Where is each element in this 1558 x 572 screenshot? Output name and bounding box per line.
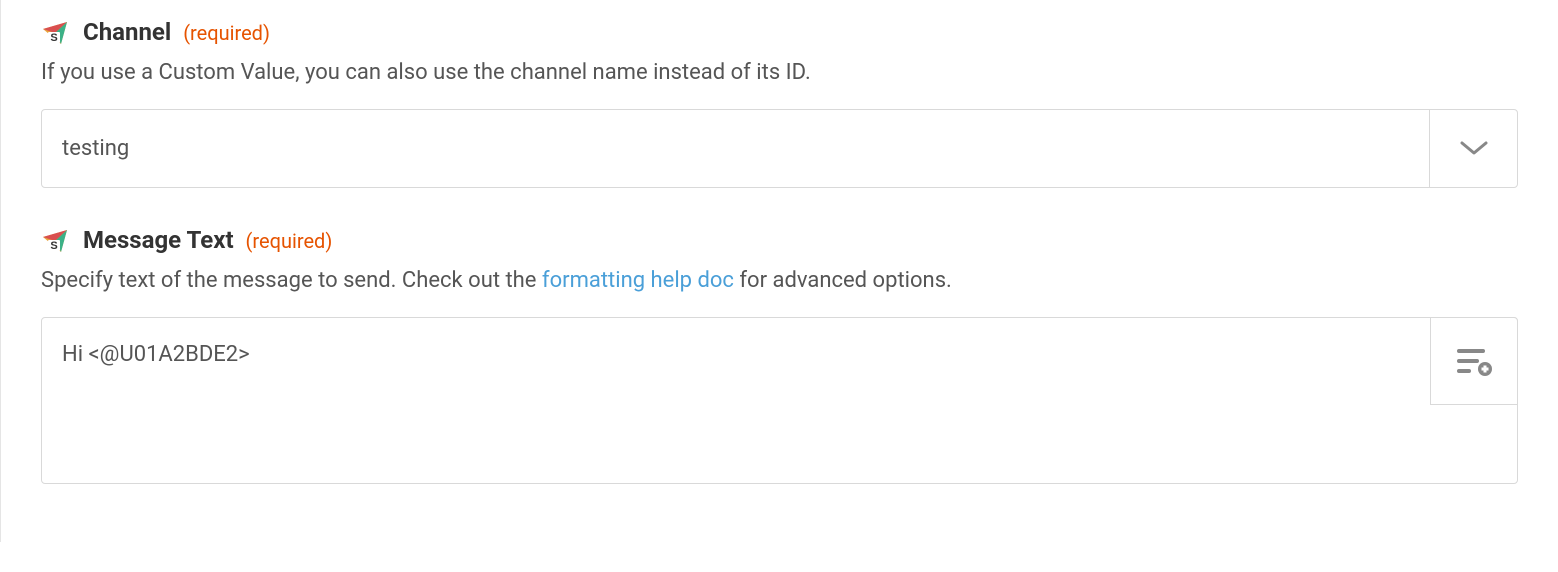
insert-data-icon: [1455, 346, 1493, 376]
channel-required-tag: (required): [183, 21, 270, 45]
message-text-description: Specify text of the message to send. Che…: [41, 266, 1518, 297]
message-text-label: Message Text (required): [83, 226, 332, 254]
insert-data-button[interactable]: [1430, 317, 1518, 405]
slack-icon: S: [41, 226, 69, 254]
message-text-description-pre: Specify text of the message to send. Che…: [41, 268, 542, 293]
chevron-down-icon: [1459, 139, 1489, 157]
channel-dropdown-value[interactable]: testing: [42, 110, 1429, 187]
channel-label: Channel (required): [83, 18, 270, 46]
formatting-help-link[interactable]: formatting help doc: [542, 268, 734, 293]
slack-icon: S: [41, 18, 69, 46]
channel-dropdown-caret[interactable]: [1429, 110, 1517, 187]
message-text-description-post: for advanced options.: [734, 268, 952, 293]
channel-field-header: S Channel (required): [41, 18, 1518, 46]
message-text-field-group: S Message Text (required) Specify text o…: [41, 226, 1518, 484]
message-text-input[interactable]: Hi <@U01A2BDE2>: [42, 318, 1517, 483]
svg-text:S: S: [50, 240, 57, 252]
message-text-required-tag: (required): [246, 229, 333, 253]
svg-text:S: S: [50, 32, 57, 44]
channel-dropdown[interactable]: testing: [41, 109, 1518, 188]
message-text-field-header: S Message Text (required): [41, 226, 1518, 254]
message-text-input-wrapper: Hi <@U01A2BDE2>: [41, 317, 1518, 484]
channel-description: If you use a Custom Value, you can also …: [41, 58, 1518, 89]
channel-field-group: S Channel (required) If you use a Custom…: [41, 18, 1518, 188]
